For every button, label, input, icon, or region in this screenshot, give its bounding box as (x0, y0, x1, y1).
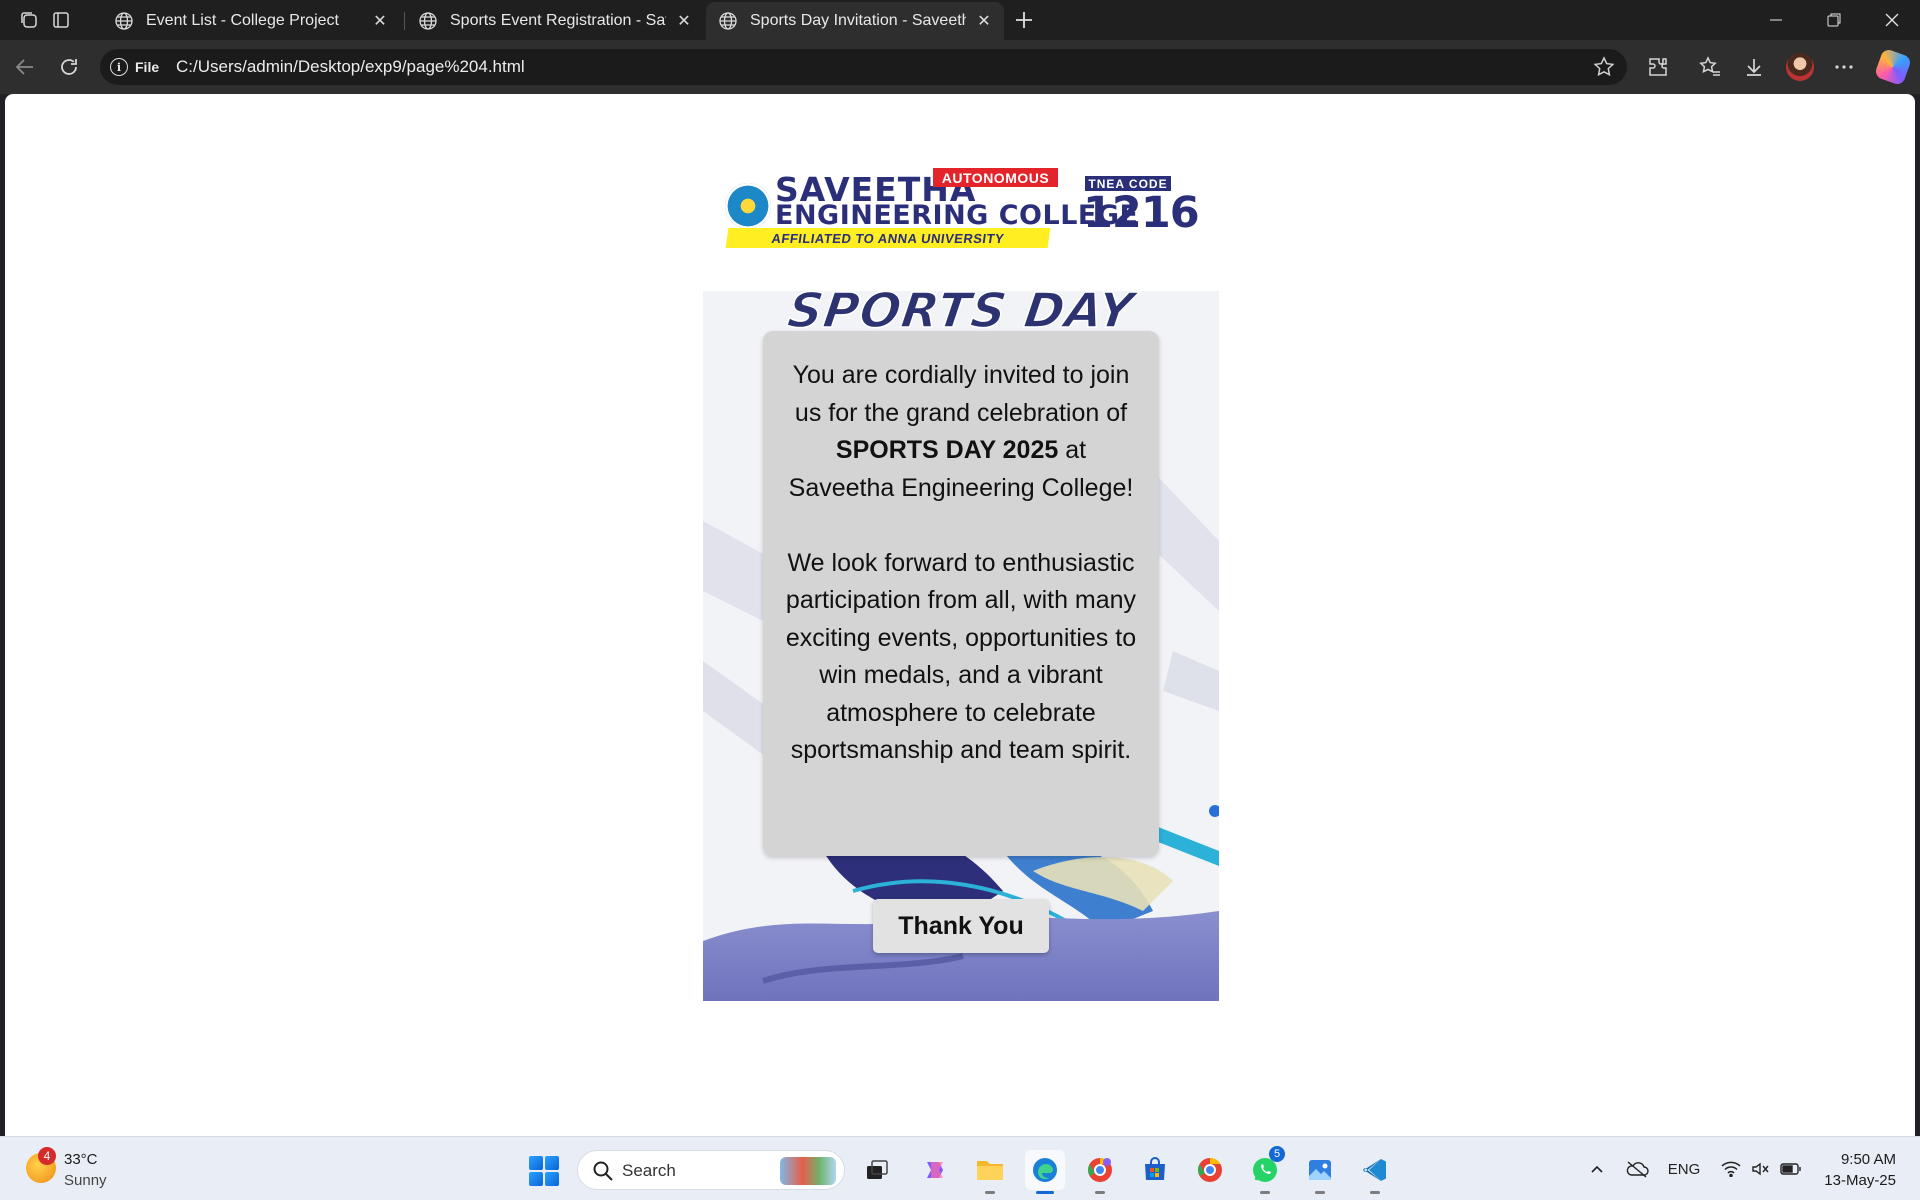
tab-sports-registration[interactable]: Sports Event Registration - Saveetha ✕ (406, 2, 704, 40)
invitation-paragraph-1: You are cordially invited to join us for… (788, 361, 1134, 502)
input-language[interactable]: ENG (1666, 1157, 1702, 1181)
affiliation-banner: AFFILIATED TO ANNA UNIVERSITY (725, 228, 1051, 248)
college-seal-icon (725, 183, 771, 229)
globe-icon (115, 12, 133, 30)
onedrive-icon[interactable] (1624, 1157, 1650, 1181)
downloads-icon[interactable] (1740, 53, 1768, 81)
clock-time: 9:50 AM (1840, 1151, 1896, 1168)
tab-sports-invitation[interactable]: Sports Day Invitation - Saveetha E ✕ (706, 2, 1004, 40)
whatsapp-badge: 5 (1269, 1146, 1285, 1162)
whatsapp-icon[interactable]: 5 (1245, 1146, 1285, 1194)
weather-badge: 4 (38, 1147, 56, 1165)
event-name: SPORTS DAY 2025 (835, 436, 1059, 464)
tab-divider (404, 12, 405, 30)
search-icon (593, 1161, 613, 1181)
extensions-icon[interactable] (1644, 53, 1672, 81)
refresh-icon[interactable] (56, 54, 82, 80)
college-logo: SAVEETHA AUTONOMOUS ENGINEERING COLLEGE … (719, 168, 1200, 248)
restore-icon[interactable] (1806, 0, 1862, 40)
scheme-label: File (135, 59, 160, 75)
address-bar[interactable]: i File C:/Users/admin/Desktop/exp9/page%… (100, 49, 1627, 85)
volume-muted-icon[interactable] (1748, 1157, 1774, 1181)
tab-strip: Event List - College Project ✕ Sports Ev… (0, 0, 1920, 40)
copilot-taskbar-icon[interactable] (915, 1150, 955, 1190)
tab-title: Sports Event Registration - Saveetha (450, 12, 666, 29)
close-tab-icon[interactable]: ✕ (674, 11, 694, 31)
weather-temperature: 33°C (64, 1151, 98, 1168)
workspaces-icon[interactable] (17, 8, 41, 32)
minimize-icon[interactable] (1748, 0, 1804, 40)
weather-condition: Sunny (64, 1172, 107, 1189)
invitation-poster: SPORTS DAY You are cordially invited to … (703, 291, 1219, 1001)
photos-icon[interactable] (1300, 1150, 1340, 1194)
globe-icon (419, 12, 437, 30)
battery-icon[interactable] (1778, 1157, 1804, 1181)
close-tab-icon[interactable]: ✕ (974, 11, 994, 31)
page-viewport: SAVEETHA AUTONOMOUS ENGINEERING COLLEGE … (5, 94, 1915, 1136)
close-window-icon[interactable] (1864, 0, 1920, 40)
clock-date: 13-May-25 (1824, 1172, 1896, 1189)
file-explorer-icon[interactable] (970, 1150, 1010, 1194)
search-highlight-art (780, 1157, 836, 1185)
invitation-card: You are cordially invited to join us for… (763, 331, 1159, 856)
tab-event-list[interactable]: Event List - College Project ✕ (102, 2, 400, 40)
thank-you-button[interactable]: Thank You (873, 899, 1049, 953)
copilot-icon[interactable] (1873, 47, 1913, 87)
profile-avatar[interactable] (1786, 53, 1814, 81)
edge-browser-icon[interactable] (1025, 1150, 1065, 1194)
url-text[interactable]: C:/Users/admin/Desktop/exp9/page%204.htm… (176, 57, 525, 77)
vscode-icon[interactable] (1355, 1150, 1395, 1194)
show-hidden-icons-chevron-icon[interactable] (1586, 1157, 1608, 1181)
globe-icon (719, 12, 737, 30)
start-button[interactable] (529, 1156, 559, 1186)
tab-title: Sports Day Invitation - Saveetha E (750, 12, 966, 29)
taskbar-search[interactable]: Search (577, 1150, 845, 1190)
new-tab-icon[interactable] (1012, 8, 1036, 32)
back-icon[interactable] (12, 54, 38, 80)
taskbar: 4 33°C Sunny Search 5 ENG 9:50 AM 13-May… (0, 1136, 1920, 1200)
site-info-button[interactable]: i File (110, 56, 159, 78)
microsoft-store-icon[interactable] (1135, 1150, 1175, 1190)
favorites-icon[interactable] (1696, 53, 1724, 81)
vertical-tabs-icon[interactable] (49, 8, 73, 32)
chrome-icon[interactable] (1190, 1150, 1230, 1190)
browser-toolbar: i File C:/Users/admin/Desktop/exp9/page%… (0, 40, 1920, 94)
close-tab-icon[interactable]: ✕ (370, 11, 390, 31)
wifi-icon[interactable] (1718, 1157, 1744, 1181)
more-options-icon[interactable] (1830, 53, 1858, 81)
task-view-icon[interactable] (857, 1150, 897, 1190)
favorite-star-icon[interactable] (1593, 56, 1615, 78)
invitation-paragraph-2: We look forward to enthusiastic particip… (785, 548, 1137, 765)
info-icon: i (110, 58, 128, 76)
tnea-code: 1216 (1083, 188, 1200, 238)
search-placeholder: Search (622, 1161, 676, 1180)
autonomous-badge: AUTONOMOUS (933, 168, 1058, 187)
chrome-profile-icon[interactable] (1080, 1150, 1120, 1194)
tab-title: Event List - College Project (146, 12, 339, 29)
